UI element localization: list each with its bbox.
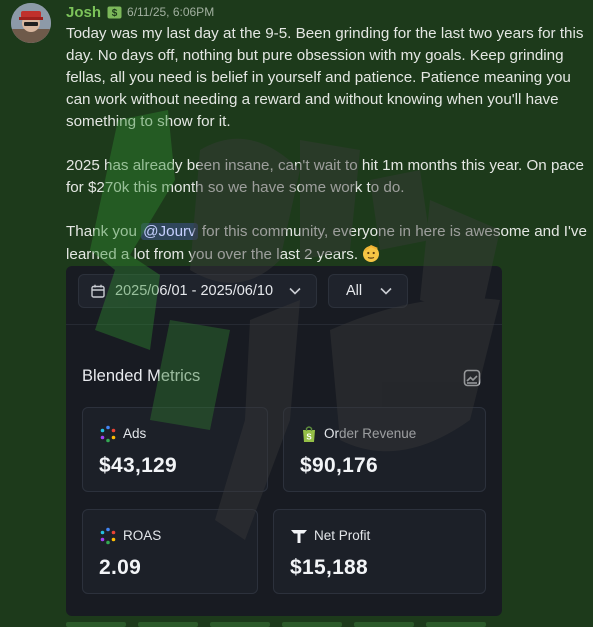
message-paragraph: Today was my last day at the 9-5. Been g… [66, 25, 584, 130]
triple-whale-icon [291, 530, 307, 543]
username[interactable]: Josh [66, 4, 101, 21]
metric-value: $43,129 [99, 454, 178, 477]
section-title: Blended Metrics [82, 367, 201, 385]
dashboard-screenshot[interactable]: 2025/06/01 - 2025/06/10 All Blended Metr… [66, 266, 502, 616]
metric-value: $90,176 [300, 454, 379, 477]
filter-dropdown[interactable]: All [328, 274, 408, 308]
message-paragraph: Thank you @Jourv for this community, eve… [66, 221, 590, 266]
avatar[interactable] [11, 3, 51, 43]
message-header: Josh $ 6/11/25, 6:06PM [66, 2, 214, 22]
message-body: Today was my last day at the 9-5. Been g… [66, 23, 590, 266]
message-text: Thank you [66, 223, 142, 240]
chevron-down-icon [289, 287, 301, 295]
chart-image-icon[interactable] [463, 369, 481, 387]
reaction-bar-partial [66, 622, 486, 627]
metric-card-net-profit[interactable]: Net Profit $15,188 [273, 509, 486, 594]
svg-text:S: S [306, 433, 312, 442]
filter-value: All [346, 283, 363, 299]
ads-dots-icon [100, 425, 116, 443]
metric-label: Order Revenue [324, 426, 417, 441]
metric-card-order-revenue[interactable]: S Order Revenue $90,176 [283, 407, 486, 492]
metric-card-roas[interactable]: ROAS 2.09 [82, 509, 258, 594]
metric-value: $15,188 [290, 556, 369, 579]
metric-label: Net Profit [314, 528, 371, 543]
money-badge-icon: $ [107, 6, 122, 19]
timestamp: 6/11/25, 6:06PM [127, 5, 215, 19]
metric-label: Ads [123, 426, 147, 441]
user-mention[interactable]: @Jourv [141, 223, 198, 240]
svg-text:$: $ [112, 8, 118, 19]
message-paragraph: 2025 has already been insane, can't wait… [66, 157, 584, 196]
shopify-bag-icon: S [303, 426, 315, 442]
metric-card-ads[interactable]: Ads $43,129 [82, 407, 268, 492]
chevron-down-icon [380, 287, 392, 295]
metric-label: ROAS [123, 528, 162, 543]
dashboard-toolbar: 2025/06/01 - 2025/06/10 All [66, 266, 502, 325]
roas-dots-icon [100, 527, 116, 545]
date-range-value: 2025/06/01 - 2025/06/10 [115, 283, 274, 299]
calendar-icon [91, 284, 105, 298]
saluting-face-emoji-icon [363, 245, 380, 262]
metric-value: 2.09 [99, 556, 142, 579]
date-range-picker[interactable]: 2025/06/01 - 2025/06/10 [78, 274, 317, 308]
